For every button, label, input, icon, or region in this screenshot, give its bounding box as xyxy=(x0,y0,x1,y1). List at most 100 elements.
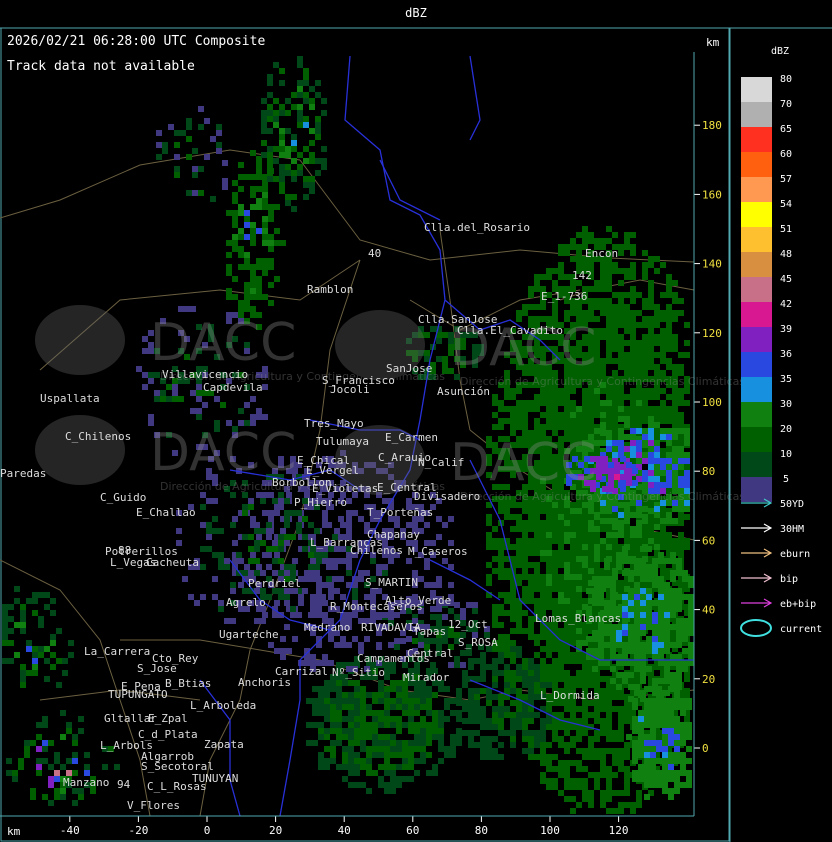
echo-pixel xyxy=(634,684,640,690)
echo-pixel xyxy=(414,728,420,734)
echo-pixel xyxy=(658,558,664,564)
echo-pixel xyxy=(54,788,60,794)
echo-pixel xyxy=(656,758,662,764)
echo-pixel xyxy=(634,624,640,630)
echo-pixel xyxy=(358,570,364,576)
echo-pixel xyxy=(612,328,618,334)
echo-pixel xyxy=(24,740,30,746)
echo-pixel xyxy=(624,364,630,370)
echo-pixel xyxy=(660,292,666,298)
echo-pixel xyxy=(564,274,570,280)
echo-pixel xyxy=(192,172,198,178)
echo-pixel xyxy=(504,394,510,400)
echo-pixel xyxy=(618,292,624,298)
echo-pixel xyxy=(660,340,666,346)
echo-pixel xyxy=(32,670,38,676)
echo-pixel xyxy=(426,698,432,704)
echo-pixel xyxy=(2,628,8,634)
echo-pixel xyxy=(504,652,510,658)
x-tick-label: -40 xyxy=(60,824,80,837)
echo-pixel xyxy=(686,734,692,740)
echo-pixel xyxy=(632,740,638,746)
echo-pixel xyxy=(576,256,582,262)
echo-pixel xyxy=(360,716,366,722)
echo-pixel xyxy=(522,424,528,430)
echo-pixel xyxy=(642,526,648,532)
echo-pixel xyxy=(460,662,466,668)
echo-pixel xyxy=(546,706,552,712)
echo-pixel xyxy=(618,766,624,772)
echo-pixel xyxy=(582,232,588,238)
echo-pixel xyxy=(324,764,330,770)
echo-pixel xyxy=(38,616,44,622)
echo-pixel xyxy=(552,604,558,610)
echo-pixel xyxy=(600,688,606,694)
echo-pixel xyxy=(672,316,678,322)
place-label: S_Jose xyxy=(137,662,177,675)
echo-pixel xyxy=(552,682,558,688)
echo-pixel xyxy=(606,700,612,706)
echo-pixel xyxy=(314,552,320,558)
echo-pixel xyxy=(664,588,670,594)
echo-pixel xyxy=(618,736,624,742)
echo-pixel xyxy=(634,666,640,672)
echo-pixel xyxy=(594,520,600,526)
echo-pixel xyxy=(510,700,516,706)
echo-pixel xyxy=(600,412,606,418)
echo-pixel xyxy=(564,724,570,730)
echo-pixel xyxy=(402,758,408,764)
echo-pixel xyxy=(540,670,546,676)
echo-pixel xyxy=(498,604,504,610)
echo-pixel xyxy=(624,268,630,274)
echo-pixel xyxy=(576,784,582,790)
echo-pixel xyxy=(348,728,354,734)
place-label: 88 xyxy=(118,544,131,557)
echo-pixel xyxy=(244,294,250,300)
echo-pixel xyxy=(32,646,38,652)
echo-pixel xyxy=(272,546,278,552)
echo-pixel xyxy=(414,692,420,698)
echo-pixel xyxy=(32,592,38,598)
echo-pixel xyxy=(666,280,672,286)
radar-map[interactable]: DACCDirección de Agricultura y Contingen… xyxy=(0,0,832,842)
echo-pixel xyxy=(492,610,498,616)
echo-pixel xyxy=(606,712,612,718)
echo-pixel xyxy=(666,328,672,334)
echo-pixel xyxy=(352,510,358,516)
echo-pixel xyxy=(498,640,504,646)
echo-pixel xyxy=(498,658,504,664)
echo-pixel xyxy=(308,612,314,618)
echo-pixel xyxy=(414,722,420,728)
echo-pixel xyxy=(309,188,315,194)
echo-pixel xyxy=(630,316,636,322)
echo-pixel xyxy=(456,700,462,706)
echo-pixel xyxy=(552,550,558,556)
echo-pixel xyxy=(408,728,414,734)
echo-pixel xyxy=(612,754,618,760)
echo-pixel xyxy=(238,252,244,258)
echo-pixel xyxy=(285,128,291,134)
echo-pixel xyxy=(564,568,570,574)
echo-pixel xyxy=(650,758,656,764)
echo-pixel xyxy=(480,652,486,658)
echo-pixel xyxy=(546,574,552,580)
echo-pixel xyxy=(630,526,636,532)
echo-pixel xyxy=(212,552,218,558)
echo-pixel xyxy=(658,588,664,594)
echo-pixel xyxy=(576,760,582,766)
echo-pixel xyxy=(468,688,474,694)
echo-pixel xyxy=(558,400,564,406)
echo-pixel xyxy=(570,598,576,604)
echo-pixel xyxy=(658,552,664,558)
echo-pixel xyxy=(646,576,652,582)
echo-pixel xyxy=(644,686,650,692)
echo-pixel xyxy=(426,728,432,734)
echo-pixel xyxy=(652,624,658,630)
echo-pixel xyxy=(273,146,279,152)
echo-pixel xyxy=(210,136,216,142)
y-tick-label: 120 xyxy=(702,327,722,340)
echo-pixel xyxy=(654,340,660,346)
echo-pixel xyxy=(552,394,558,400)
echo-pixel xyxy=(660,508,666,514)
echo-pixel xyxy=(342,758,348,764)
